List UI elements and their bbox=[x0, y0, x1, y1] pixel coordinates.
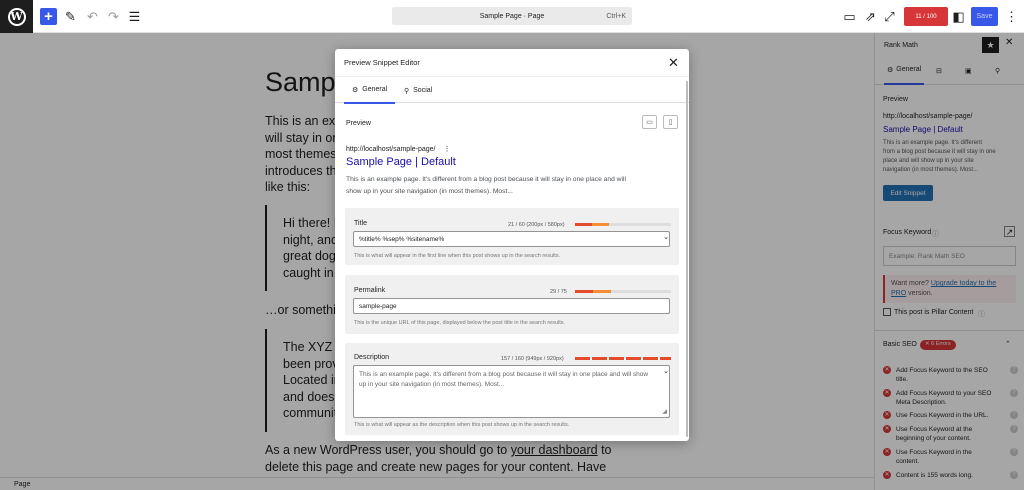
permalink-field-group: Permalink 29 / 75 sample-page This is th… bbox=[345, 275, 679, 334]
modal-backdrop-sidebar[interactable] bbox=[874, 33, 1024, 490]
command-title: Sample Page · Page bbox=[479, 12, 545, 20]
description-length-bar bbox=[575, 357, 671, 360]
preview-snippet-editor-modal: Preview Snippet Editor ✕ ⚙ General ⚲ Socia… bbox=[335, 49, 689, 441]
permalink-length-bar bbox=[575, 290, 671, 293]
close-icon[interactable]: ✕ bbox=[668, 55, 679, 71]
preview-label: Preview bbox=[346, 120, 371, 127]
preview-url: http://localhost/sample-page/ ⋮ bbox=[346, 146, 451, 153]
undo-icon[interactable]: ↶ bbox=[84, 8, 101, 25]
description-label: Description bbox=[354, 354, 390, 361]
permalink-count: 29 / 75 bbox=[550, 289, 567, 295]
permalink-label: Permalink bbox=[354, 287, 386, 294]
share-icon[interactable]: ⤢ bbox=[881, 8, 898, 25]
share-icon: ⚲ bbox=[404, 87, 410, 95]
preview-title: Sample Page | Default bbox=[346, 156, 456, 168]
title-field-group: Title 21 / 60 (200px / 580px) %title% %s… bbox=[345, 208, 679, 265]
title-help: This is what will appear in the first li… bbox=[354, 253, 561, 259]
description-field-group: Description 157 / 160 (949px / 920px) Th… bbox=[345, 343, 679, 435]
title-input[interactable]: %title% %sep% %sitename% bbox=[353, 231, 670, 247]
pen-tool-icon[interactable]: ✎ bbox=[62, 8, 79, 25]
wordpress-logo[interactable]: W bbox=[0, 0, 33, 33]
redo-icon[interactable]: ↷ bbox=[105, 8, 122, 25]
description-help: This is what will appear as the descript… bbox=[354, 422, 570, 428]
options-menu-icon[interactable]: ⋮ bbox=[1003, 8, 1020, 25]
add-block-button[interactable]: + bbox=[40, 8, 57, 25]
preview-description: This is an example page. It's different … bbox=[346, 176, 626, 195]
title-length-bar bbox=[575, 223, 671, 226]
tab-general[interactable]: ⚙ General bbox=[344, 77, 396, 104]
permalink-help: This is the unique URL of this page, dis… bbox=[354, 320, 566, 326]
command-shortcut: Ctrl+K bbox=[606, 12, 626, 20]
modal-title: Preview Snippet Editor bbox=[344, 58, 420, 67]
document-overview-icon[interactable]: ☰ bbox=[126, 8, 143, 25]
permalink-input[interactable]: sample-page bbox=[353, 298, 670, 314]
description-count: 157 / 160 (949px / 920px) bbox=[501, 356, 564, 362]
settings-panel-icon[interactable]: ◧ bbox=[950, 8, 967, 25]
title-label: Title bbox=[354, 220, 367, 227]
save-button[interactable]: Save bbox=[971, 7, 998, 26]
chevron-down-icon[interactable]: ⌄ bbox=[663, 233, 669, 241]
resize-handle-icon[interactable]: ◢ bbox=[662, 408, 667, 415]
desktop-icon: ▭ bbox=[646, 119, 653, 126]
scrollbar[interactable] bbox=[686, 81, 688, 437]
more-icon: ⋮ bbox=[443, 146, 451, 153]
mobile-icon: ▯ bbox=[668, 119, 673, 126]
description-textarea[interactable]: This is an example page. It's different … bbox=[353, 365, 670, 418]
desktop-preview-button[interactable]: ▭ bbox=[642, 115, 657, 129]
tab-social[interactable]: ⚲ Social bbox=[404, 77, 432, 104]
rank-math-score-button[interactable]: 11 / 100 bbox=[904, 7, 948, 26]
mobile-preview-button[interactable]: ▯ bbox=[663, 115, 678, 129]
wordpress-icon: W bbox=[7, 7, 26, 26]
gear-icon: ⚙ bbox=[352, 86, 359, 94]
title-count: 21 / 60 (200px / 580px) bbox=[508, 222, 565, 228]
editor-toolbar: W + ✎ ↶ ↷ ☰ Sample Page · Page Ctrl+K ▭ … bbox=[0, 0, 1024, 33]
chevron-down-icon[interactable]: ⌄ bbox=[663, 367, 669, 375]
device-preview-icon[interactable]: ▭ bbox=[841, 8, 858, 25]
view-page-icon[interactable]: ⇗ bbox=[862, 8, 879, 25]
modal-tabs: ⚙ General ⚲ Social bbox=[335, 76, 689, 104]
command-palette[interactable]: Sample Page · Page Ctrl+K bbox=[392, 7, 632, 25]
